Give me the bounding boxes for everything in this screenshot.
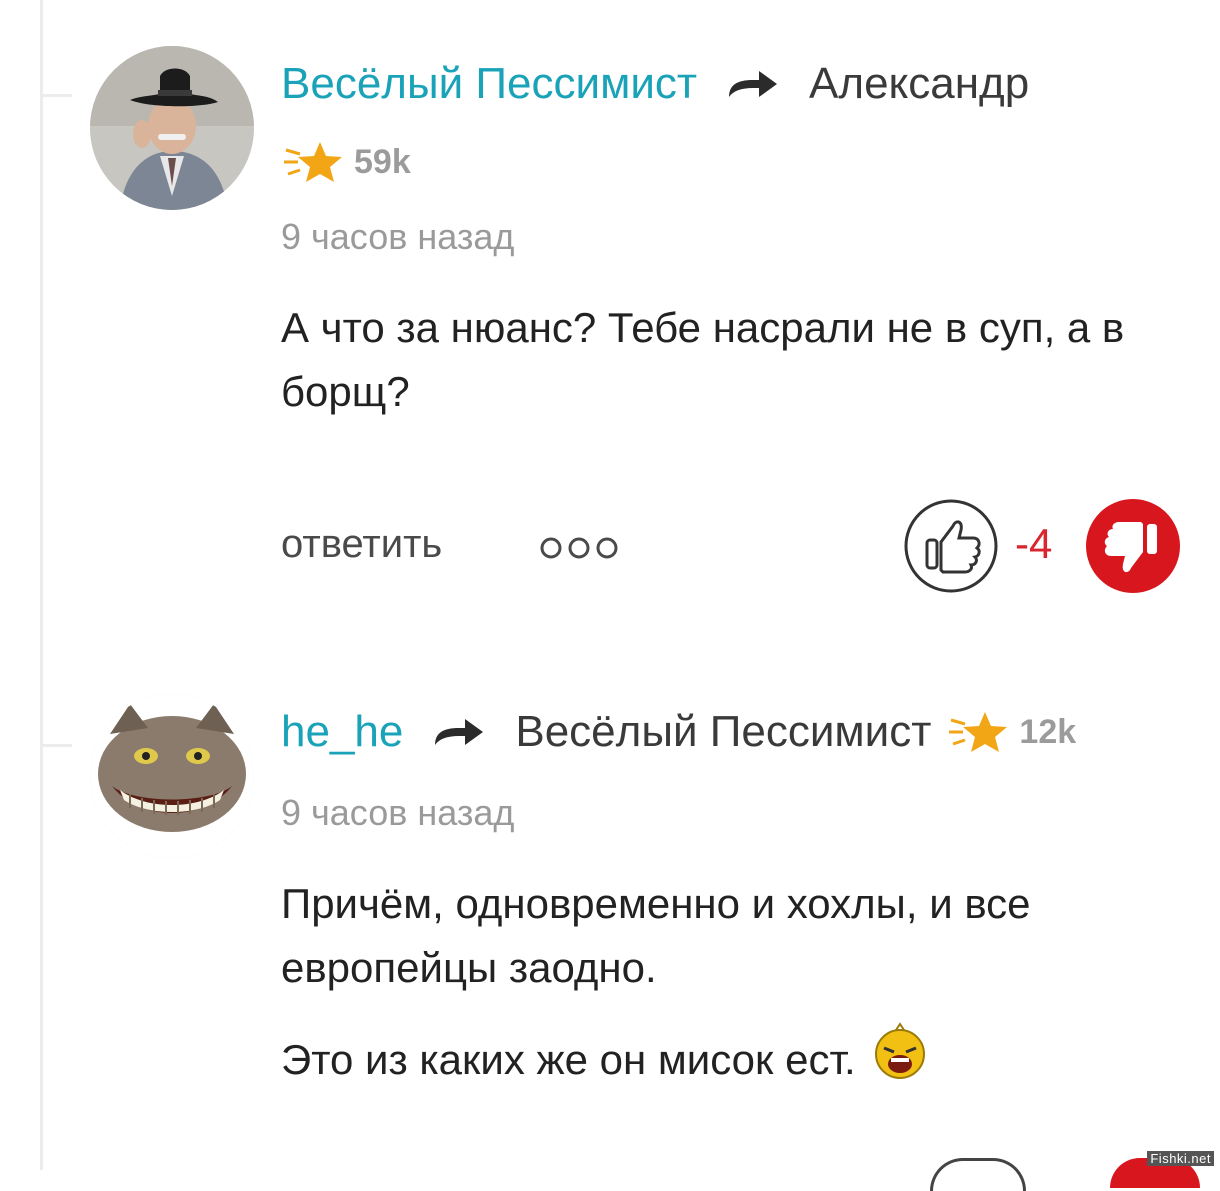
comment-text: Причём, одновременно и хохлы, и все евро… <box>281 872 1161 1092</box>
avatar[interactable] <box>90 46 254 210</box>
thread-branch <box>40 744 72 747</box>
rating-value: 12k <box>1019 712 1077 751</box>
comment-paragraph-row: Это из каких же он мисок ест. <box>281 1022 1161 1092</box>
user-rating: 59k <box>284 140 411 184</box>
timestamp: 9 часов назад <box>281 792 515 833</box>
reply-target-name[interactable]: Александр <box>809 59 1029 109</box>
vote-score: -4 <box>1015 520 1053 567</box>
laughing-emoji-icon <box>870 1022 930 1082</box>
rating-star-icon <box>284 140 346 184</box>
comment-paragraph: А что за нюанс? Тебе насрали не в суп, а… <box>281 304 1125 415</box>
comment-header: Весёлый Пессимист Александр <box>281 54 1029 114</box>
author-name[interactable]: Весёлый Пессимист <box>281 59 697 109</box>
thread-line <box>40 0 43 1170</box>
avatar[interactable] <box>90 694 254 858</box>
comment-paragraph: Причём, одновременно и хохлы, и все евро… <box>281 880 1031 991</box>
thumb-up-icon[interactable] <box>930 1158 1026 1191</box>
thumb-up-icon[interactable] <box>903 498 999 594</box>
comment-header: he_he Весёлый Пессимист 12k <box>281 702 1076 762</box>
comment-text: А что за нюанс? Тебе насрали не в суп, а… <box>281 296 1161 424</box>
timestamp: 9 часов назад <box>281 216 515 257</box>
thumb-down-icon[interactable] <box>1085 498 1181 594</box>
thread-branch <box>40 94 72 97</box>
comment-paragraph: Это из каких же он мисок ест. <box>281 1036 856 1083</box>
more-dots-icon[interactable] <box>539 536 619 560</box>
user-rating: 12k <box>949 710 1076 754</box>
reply-arrow-icon <box>433 717 485 747</box>
reply-target-name[interactable]: Весёлый Пессимист <box>515 707 931 757</box>
rating-star-icon <box>949 710 1011 754</box>
rating-value: 59k <box>354 142 411 181</box>
author-name[interactable]: he_he <box>281 707 403 757</box>
reply-arrow-icon <box>727 69 779 99</box>
reply-button[interactable]: ответить <box>281 522 442 567</box>
comment-actions: ответить -4 <box>281 498 1181 594</box>
watermark: Fishki.net <box>1147 1151 1214 1166</box>
